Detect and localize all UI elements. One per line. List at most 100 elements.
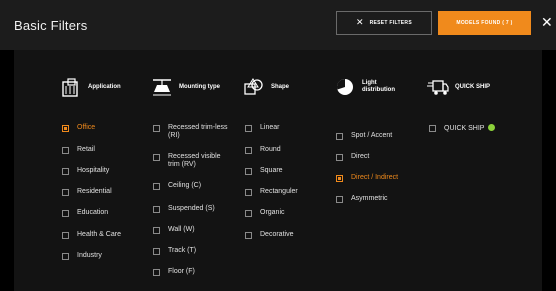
option-direct[interactable]: Direct: [336, 153, 369, 161]
option-label: Industry: [77, 252, 102, 259]
quick-ship-heading-label: QUICK SHIP: [455, 83, 491, 90]
option-label: Education: [77, 209, 109, 216]
checkbox[interactable]: [153, 183, 160, 190]
option-office[interactable]: Office: [62, 124, 95, 132]
option-linear[interactable]: Linear: [245, 124, 279, 132]
option-floor[interactable]: Floor (F): [153, 268, 195, 276]
option-direct-indirect[interactable]: Direct / Indirect: [336, 174, 398, 182]
checkbox[interactable]: [153, 206, 160, 213]
reset-filters-button[interactable]: ✕ RESET FILTERS: [336, 11, 432, 35]
option-label: Residential: [77, 188, 112, 195]
checkbox[interactable]: [153, 125, 160, 132]
option-label: Rectanguler: [260, 188, 298, 195]
option-label: Suspended (S): [168, 205, 215, 212]
application-heading: Application: [60, 76, 121, 98]
checkbox[interactable]: [62, 189, 69, 196]
checkbox[interactable]: [245, 147, 252, 154]
shape-heading: Shape: [243, 76, 289, 98]
quick-ship-label: QUICK SHIP: [444, 125, 485, 132]
shapes-icon: [244, 78, 263, 95]
option-ceiling[interactable]: Ceiling (C): [153, 182, 201, 190]
checkbox[interactable]: [245, 232, 252, 239]
option-label: Round: [260, 146, 281, 153]
option-label: Decorative: [260, 231, 294, 238]
filter-panel: Application Office Retail Hospitality Re…: [14, 50, 542, 291]
option-label: QUICK SHIP: [444, 124, 496, 133]
option-label: Linear: [260, 124, 280, 131]
option-label: Direct: [351, 153, 370, 160]
option-hospitality[interactable]: Hospitality: [62, 167, 109, 175]
option-label: Track (T): [168, 247, 197, 254]
checkbox[interactable]: [62, 210, 69, 217]
option-label: Ceiling (C): [168, 182, 202, 189]
checkbox[interactable]: [62, 232, 69, 239]
checkbox[interactable]: [62, 168, 69, 175]
checkbox[interactable]: [153, 227, 160, 234]
truck-icon: [427, 80, 449, 95]
option-label: Retail: [77, 146, 95, 153]
checkbox[interactable]: [153, 154, 160, 161]
option-label: Square: [260, 167, 283, 174]
option-decorative[interactable]: Decorative: [245, 231, 293, 239]
mounting-type-heading: Mounting type: [151, 76, 220, 98]
option-industry[interactable]: Industry: [62, 252, 102, 260]
models-found-label: MODELS FOUND ( 7 ): [456, 20, 513, 26]
option-round[interactable]: Round: [245, 146, 281, 154]
option-spot-accent[interactable]: Spot / Accent: [336, 132, 392, 140]
page-title: Basic Filters: [14, 18, 88, 33]
option-suspended[interactable]: Suspended (S): [153, 205, 215, 213]
option-residential[interactable]: Residential: [62, 188, 112, 196]
models-found-button[interactable]: MODELS FOUND ( 7 ): [438, 11, 531, 35]
option-recessed-visible-trim[interactable]: Recessed visible trim (RV): [153, 153, 234, 169]
option-wall[interactable]: Wall (W): [153, 226, 195, 234]
checkbox[interactable]: [245, 168, 252, 175]
application-heading-label: Application: [88, 83, 121, 90]
option-label: Direct / Indirect: [351, 174, 399, 181]
option-label: Spot / Accent: [351, 132, 393, 139]
close-icon: ✕: [356, 18, 364, 28]
option-square[interactable]: Square: [245, 167, 283, 175]
checkbox[interactable]: [153, 248, 160, 255]
checkbox[interactable]: [429, 125, 436, 132]
reset-filters-label: RESET FILTERS: [369, 20, 412, 26]
option-label: Organic: [260, 209, 285, 216]
shape-heading-label: Shape: [271, 83, 290, 90]
checkbox[interactable]: [336, 175, 343, 182]
building-icon: [62, 78, 78, 97]
light-distribution-heading: Light distribution: [334, 76, 402, 98]
light-distribution-heading-label: Light distribution: [362, 80, 395, 93]
option-quick-ship[interactable]: QUICK SHIP: [429, 124, 496, 133]
option-health-care[interactable]: Health & Care: [62, 231, 121, 239]
option-label: Recessed visible trim (RV): [168, 153, 221, 168]
option-asymmetric[interactable]: Asymmetric: [336, 195, 388, 203]
option-label: Health & Care: [77, 231, 121, 238]
option-label: Recessed trim-less (RI): [168, 124, 228, 139]
option-recessed-trim-less[interactable]: Recessed trim-less (RI): [153, 124, 234, 140]
checkbox[interactable]: [245, 189, 252, 196]
checkbox[interactable]: [336, 196, 343, 203]
checkbox[interactable]: [245, 125, 252, 132]
option-track[interactable]: Track (T): [153, 247, 196, 255]
quick-ship-heading: QUICK SHIP: [427, 76, 490, 98]
quick-ship-badge-icon: [488, 124, 496, 131]
filter-header: Basic Filters ✕ RESET FILTERS MODELS FOU…: [0, 0, 556, 50]
light-distribution-icon: [336, 79, 353, 95]
option-label: Office: [77, 124, 96, 131]
option-label: Hospitality: [77, 167, 110, 174]
option-organic[interactable]: Organic: [245, 209, 285, 217]
checkbox[interactable]: [62, 253, 69, 260]
checkbox[interactable]: [245, 210, 252, 217]
mounting-type-heading-label: Mounting type: [179, 83, 220, 90]
checkbox[interactable]: [153, 269, 160, 276]
option-retail[interactable]: Retail: [62, 146, 95, 154]
checkbox[interactable]: [62, 147, 69, 154]
ceiling-lamp-icon: [153, 79, 171, 96]
close-panel-icon[interactable]: ✕: [541, 15, 553, 31]
checkbox[interactable]: [336, 133, 343, 140]
option-rectanguler[interactable]: Rectanguler: [245, 188, 298, 196]
option-label: Wall (W): [168, 226, 195, 233]
checkbox[interactable]: [336, 154, 343, 161]
option-label: Floor (F): [168, 268, 195, 275]
option-education[interactable]: Education: [62, 209, 108, 217]
checkbox[interactable]: [62, 125, 69, 132]
